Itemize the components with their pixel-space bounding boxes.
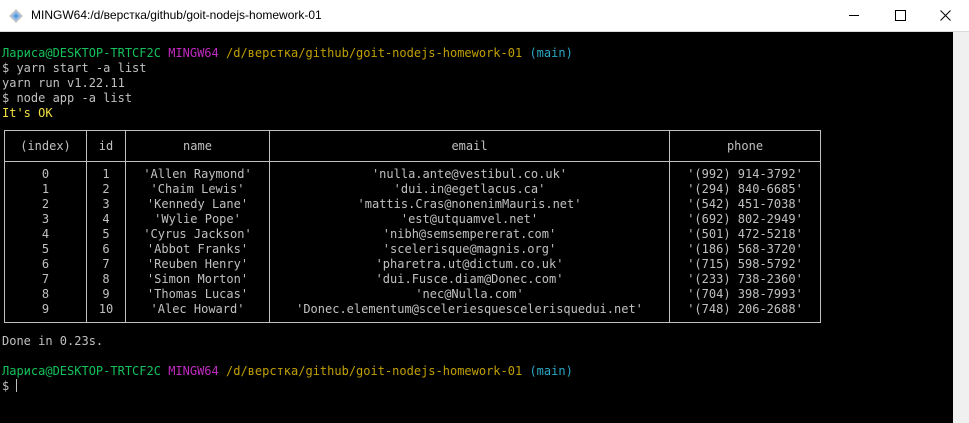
- cell-id: 4: [102, 212, 110, 226]
- cell-index: 5: [41, 242, 50, 256]
- prompt-path: /d/верстка/github/goit-nodejs-homework-0…: [226, 46, 523, 60]
- header-email: email: [451, 139, 488, 153]
- cell-name: 'Wylie Pope': [154, 212, 241, 226]
- window-title: MINGW64:/d/верстка/github/goit-nodejs-ho…: [31, 8, 322, 22]
- header-index: (index): [20, 139, 71, 153]
- cell-id: 9: [102, 287, 110, 301]
- cell-email: 'dui.Fusce.diam@Donec.com': [375, 272, 564, 286]
- prompt-user: Лариса@DESKTOP-TRTCF2C: [2, 364, 161, 378]
- terminal-output[interactable]: Лариса@DESKTOP-TRTCF2C MINGW64 /d/верстк…: [0, 32, 953, 423]
- cell-name: 'Abbot Franks': [146, 242, 249, 256]
- cell-index: 0: [41, 167, 50, 181]
- cell-index: 9: [41, 302, 50, 316]
- minimize-icon: [849, 15, 859, 16]
- maximize-button[interactable]: [877, 0, 923, 31]
- prompt-line: Лариса@DESKTOP-TRTCF2C MINGW64 /d/верстк…: [2, 46, 573, 61]
- vertical-scrollbar[interactable]: [953, 32, 969, 423]
- cell-id: 7: [102, 257, 110, 271]
- cell-email: 'scelerisque@magnis.org': [382, 242, 557, 256]
- cell-id: 5: [102, 227, 110, 241]
- cell-index: 3: [41, 212, 50, 226]
- cell-phone: '(704) 398-7993': [687, 287, 803, 301]
- cell-id: 10: [98, 302, 114, 316]
- prompt-msystem: MINGW64: [168, 364, 219, 378]
- cell-name: 'Allen Raymond': [143, 167, 252, 181]
- cell-id: 1: [102, 167, 110, 181]
- input-line[interactable]: $: [2, 379, 18, 394]
- terminal-window: MINGW64:/d/верстка/github/goit-nodejs-ho…: [0, 0, 969, 423]
- cell-name: 'Chaim Lewis': [150, 182, 245, 196]
- cell-id: 3: [102, 197, 110, 211]
- command-line-node: $ node app -a list: [2, 91, 133, 105]
- cell-email: 'est@utquamvel.net': [400, 212, 539, 226]
- prompt-line-final: Лариса@DESKTOP-TRTCF2C MINGW64 /d/верстк…: [2, 364, 573, 379]
- header-id: id: [98, 139, 114, 153]
- console-table: (index) id name email phone 0 1 'Allen Ray…: [4, 130, 821, 323]
- cell-phone: '(294) 840-6685': [687, 182, 803, 196]
- close-button[interactable]: [923, 0, 969, 31]
- cell-index: 6: [41, 257, 50, 271]
- cell-name: 'Reuben Henry': [146, 257, 249, 271]
- cell-email: 'dui.in@egetlacus.ca': [393, 182, 546, 196]
- cell-index: 4: [41, 227, 50, 241]
- cell-name: 'Cyrus Jackson': [143, 227, 252, 241]
- title-bar[interactable]: MINGW64:/d/верстка/github/goit-nodejs-ho…: [0, 0, 969, 32]
- git-bash-app-icon: [8, 8, 24, 24]
- cell-email: 'nulla.ante@vestibul.co.uk': [371, 167, 568, 181]
- cell-name: 'Kennedy Lane': [146, 197, 249, 211]
- cell-name: 'Thomas Lucas': [146, 287, 249, 301]
- prompt-symbol: $: [2, 379, 10, 393]
- cell-phone: '(501) 472-5218': [687, 227, 803, 241]
- cell-phone: '(692) 802-2949': [687, 212, 803, 226]
- cell-email: 'Donec.elementum@sceleriesquescelerisque…: [296, 302, 643, 316]
- text-cursor: [16, 379, 18, 392]
- cell-phone: '(992) 914-3792': [687, 167, 803, 181]
- status-ok-line: It's OK: [2, 106, 53, 120]
- cell-index: 8: [41, 287, 50, 301]
- yarn-version-line: yarn run v1.22.11: [2, 76, 125, 90]
- cell-phone: '(233) 738-2360': [687, 272, 803, 286]
- cell-id: 2: [102, 182, 110, 196]
- prompt-branch: (main): [529, 46, 573, 60]
- cell-phone: '(186) 568-3720': [687, 242, 803, 256]
- cell-name: 'Alec Howard': [150, 302, 245, 316]
- cell-index: 2: [41, 197, 50, 211]
- prompt-msystem: MINGW64: [168, 46, 219, 60]
- cell-index: 7: [41, 272, 50, 286]
- done-line: Done in 0.23s.: [2, 334, 104, 348]
- prompt-user: Лариса@DESKTOP-TRTCF2C: [2, 46, 161, 60]
- prompt-path: /d/верстка/github/goit-nodejs-homework-0…: [226, 364, 523, 378]
- cell-name: 'Simon Morton': [146, 272, 249, 286]
- maximize-icon: [895, 10, 906, 21]
- prompt-branch: (main): [529, 364, 573, 378]
- command-line-yarn: $ yarn start -a list: [2, 61, 147, 75]
- cell-email: 'mattis.Cras@nonenimMauris.net': [357, 197, 582, 211]
- cell-email: 'pharetra.ut@dictum.co.uk': [375, 257, 564, 271]
- cell-phone: '(715) 598-5792': [687, 257, 803, 271]
- close-icon: [940, 10, 951, 21]
- cell-phone: '(542) 451-7038': [687, 197, 803, 211]
- header-name: name: [183, 139, 212, 153]
- cell-email: 'nibh@semsempererat.com': [382, 227, 557, 241]
- cell-email: 'nec@Nulla.com': [415, 287, 524, 301]
- cell-id: 6: [102, 242, 110, 256]
- header-separator: [5, 161, 820, 162]
- cell-index: 1: [41, 182, 50, 196]
- cell-phone: '(748) 206-2688': [687, 302, 803, 316]
- minimize-button[interactable]: [831, 0, 877, 31]
- cell-id: 8: [102, 272, 110, 286]
- header-phone: phone: [726, 139, 764, 153]
